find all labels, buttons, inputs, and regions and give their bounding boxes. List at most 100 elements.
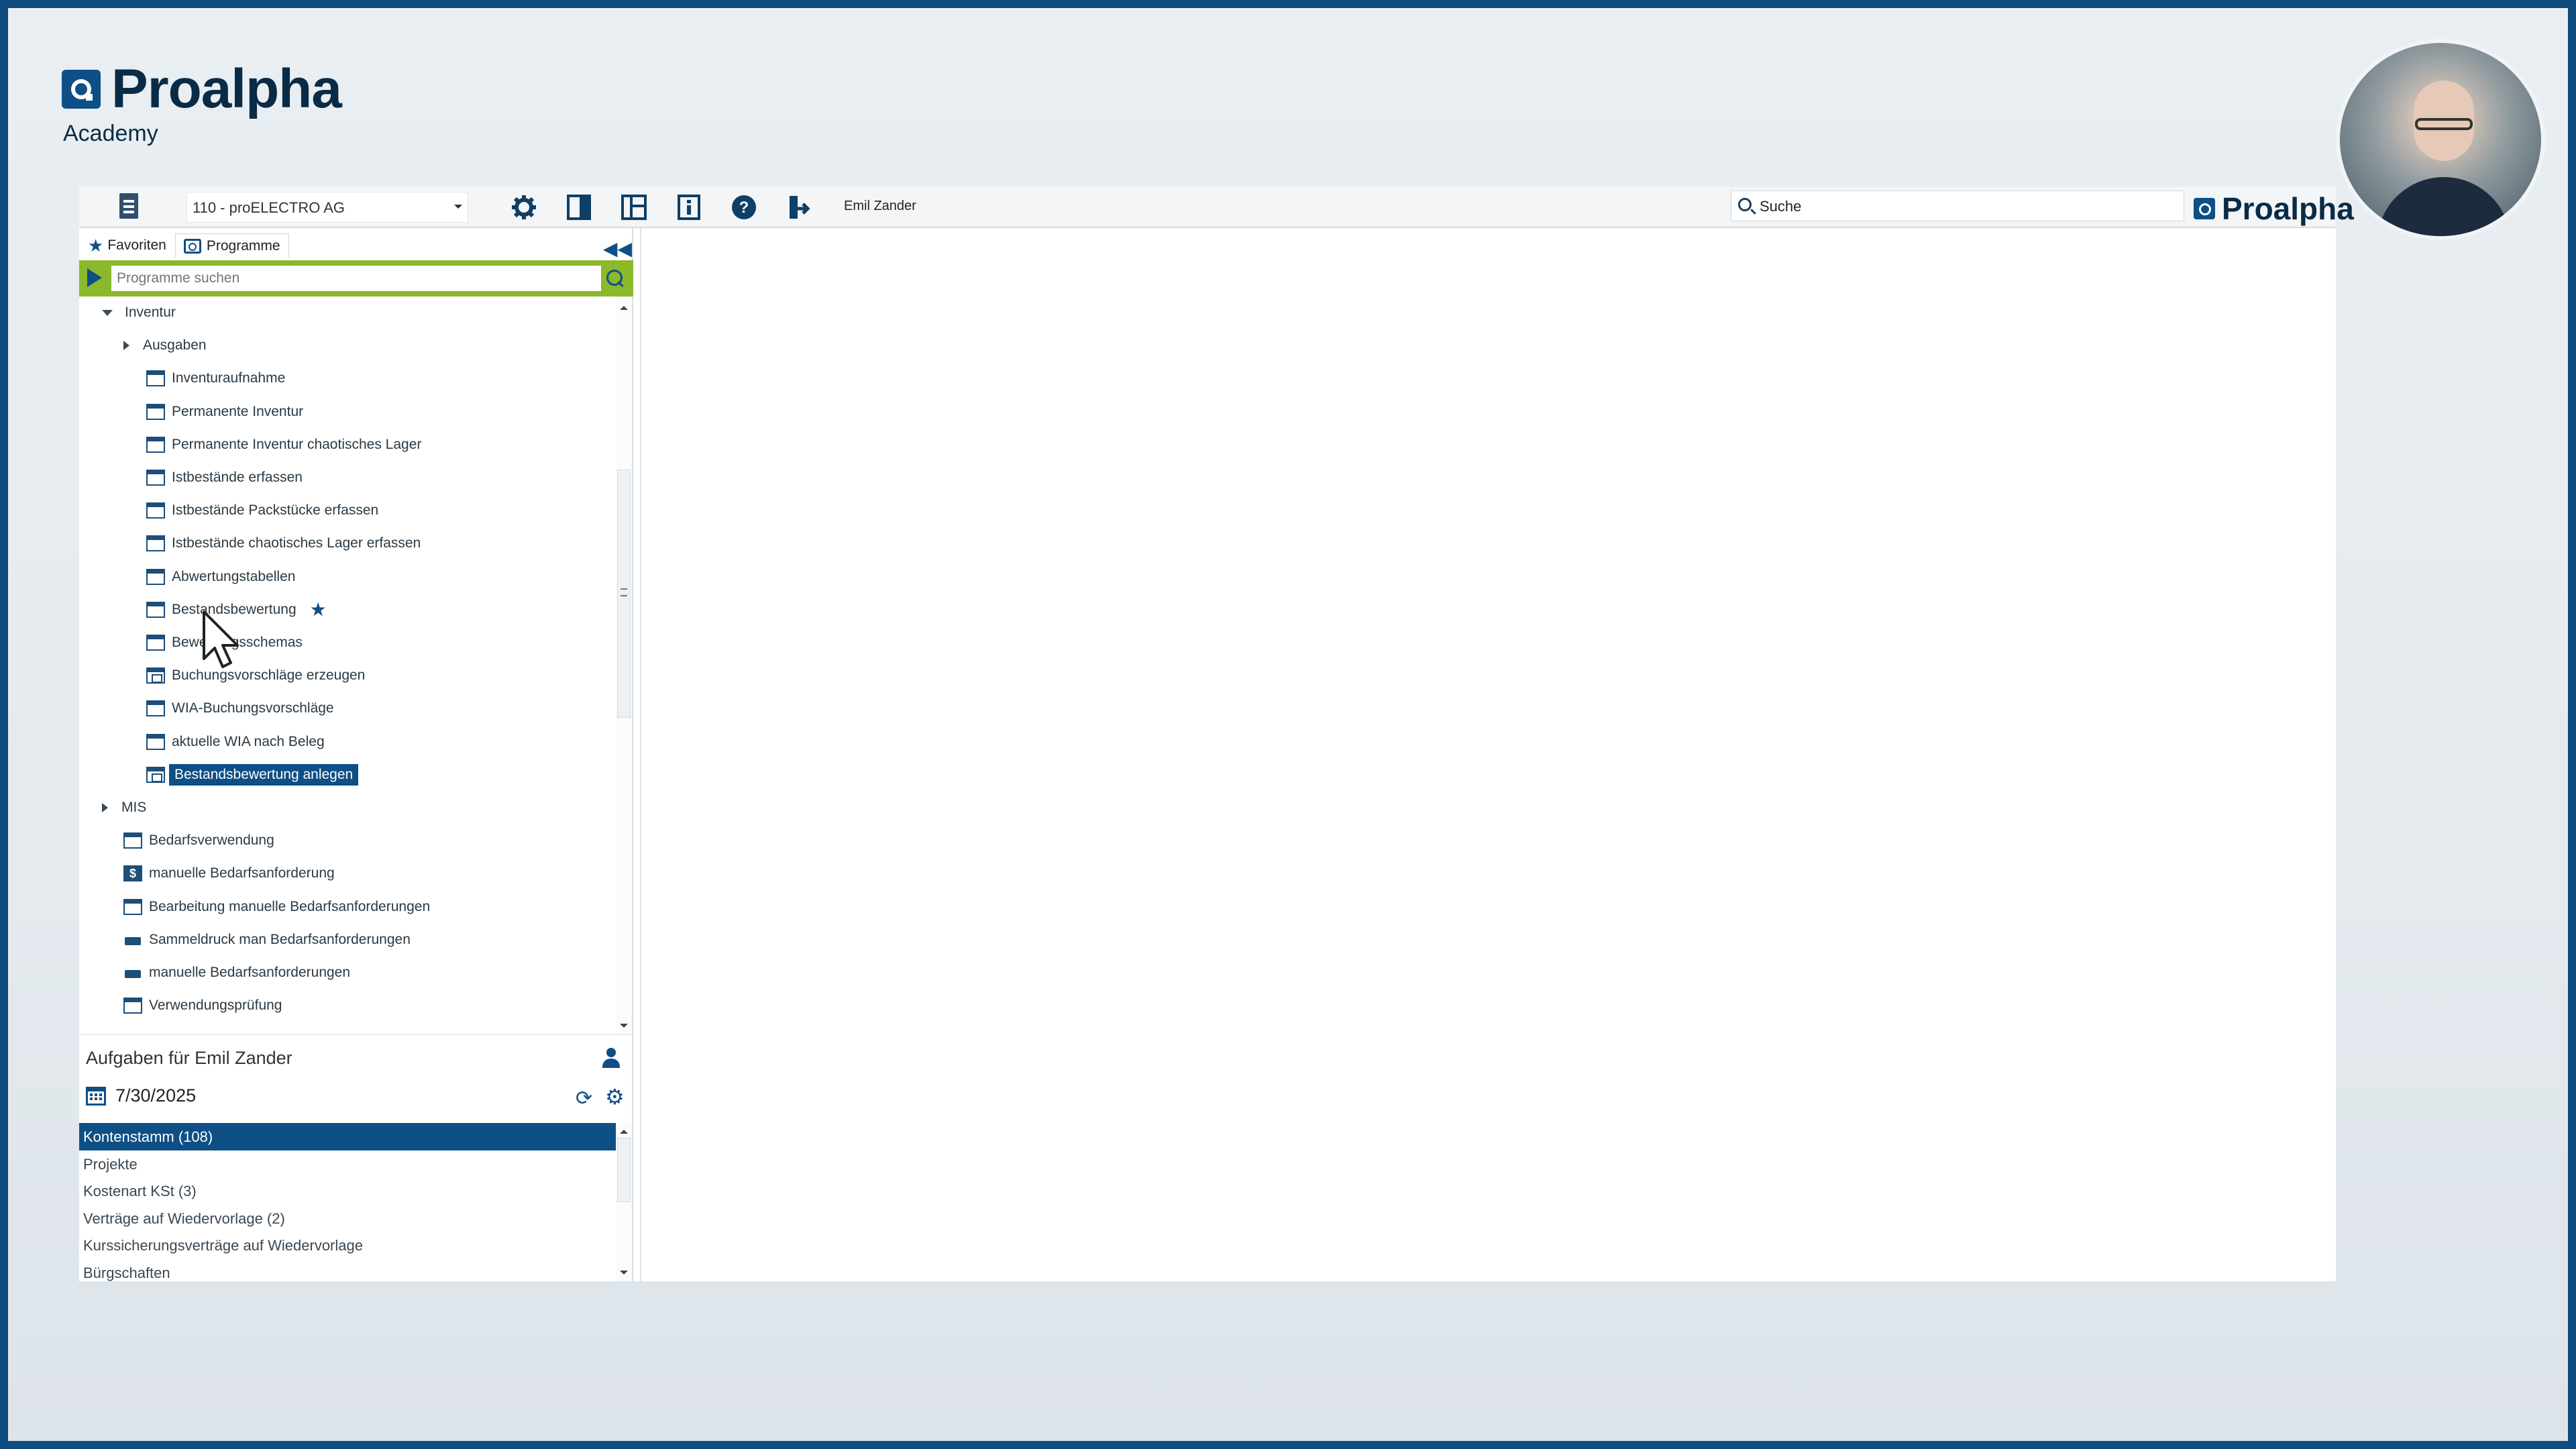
dollar-icon: $ xyxy=(123,865,142,882)
printer-icon xyxy=(123,965,142,982)
task-scrollbar[interactable] xyxy=(616,1123,632,1281)
star-icon: ★ xyxy=(88,235,104,256)
task-list-item[interactable]: Verträge auf Wiedervorlage (2) xyxy=(79,1205,616,1232)
favorite-star-icon[interactable]: ★ xyxy=(310,598,327,621)
tree-item[interactable]: Istbestände erfassen xyxy=(146,464,303,491)
scroll-up-icon[interactable] xyxy=(620,1126,628,1134)
tree-item-label: Istbestände Packstücke erfassen xyxy=(172,502,379,519)
tree-item[interactable]: aktuelle WIA nach Beleg xyxy=(146,729,325,755)
company-select-value: 110 - proELECTRO AG xyxy=(193,199,345,216)
window-icon xyxy=(146,502,165,519)
program-search-input[interactable] xyxy=(111,266,601,291)
tree-item-label: Abwertungstabellen xyxy=(172,568,296,584)
logo-text: Proalpha xyxy=(111,58,342,119)
tree-item[interactable]: Inventuraufnahme xyxy=(146,365,285,392)
refresh-icon[interactable]: ⟳ xyxy=(576,1087,592,1110)
tree-item-label: Inventur xyxy=(125,305,176,320)
tree-item[interactable]: Sammeldruck man Bedarfsanforderungen xyxy=(123,926,411,953)
tree-item-label: Verwendungsprüfung xyxy=(149,998,282,1014)
printer-icon xyxy=(123,932,142,949)
task-list-item[interactable]: Kurssicherungsverträge auf Wiedervorlage xyxy=(79,1232,616,1259)
tree-item-label: WIA-Buchungsvorschläge xyxy=(172,700,334,716)
tasks-date: 7/30/2025 xyxy=(86,1085,196,1106)
scroll-down-icon[interactable] xyxy=(620,1024,628,1032)
tree-item-label: Bestandsbewertung anlegen xyxy=(169,763,359,786)
program-search-bar xyxy=(79,260,633,297)
tree-item[interactable]: Istbestände chaotisches Lager erfassen xyxy=(146,530,421,557)
window-icon xyxy=(146,436,165,453)
scroll-thumb[interactable] xyxy=(617,1138,631,1202)
tree-item[interactable]: Ausgaben xyxy=(123,332,207,359)
task-list-item[interactable]: Kontenstamm (108) xyxy=(79,1123,616,1150)
search-icon[interactable] xyxy=(602,267,627,291)
expanded-arrow-icon xyxy=(102,309,113,316)
person-icon[interactable] xyxy=(601,1048,621,1069)
tree-item[interactable]: WIA-Buchungsvorschläge xyxy=(146,695,334,722)
tab-label: Programme xyxy=(206,237,280,254)
gear-icon[interactable]: ⚙ xyxy=(605,1084,625,1110)
help-icon[interactable]: ? xyxy=(729,192,759,223)
mouse-cursor-icon xyxy=(203,610,239,668)
run-icon[interactable] xyxy=(87,268,102,287)
logout-icon[interactable] xyxy=(784,192,814,223)
tree-item-label: Permanente Inventur xyxy=(172,403,304,419)
toolbar: 110 - proELECTRO AG ? Emil Zander Suche … xyxy=(79,186,2354,228)
tree-item[interactable]: Istbestände Packstücke erfassen xyxy=(146,497,378,524)
company-select[interactable]: 110 - proELECTRO AG xyxy=(186,192,468,223)
tree-item[interactable]: Bearbeitung manuelle Bedarfsanforderunge… xyxy=(123,894,430,920)
task-list-item[interactable]: Projekte xyxy=(79,1150,616,1178)
tree-item-label: Bedarfsverwendung xyxy=(149,833,274,849)
tree-item-label: manuelle Bedarfsanforderung xyxy=(149,865,335,881)
tree-item[interactable]: Bedarfsverwendung xyxy=(123,827,274,854)
search-icon xyxy=(1738,198,1752,211)
tree-item[interactable]: Bestandsbewertung anlegen xyxy=(146,761,359,788)
application-window: 110 - proELECTRO AG ? Emil Zander Suche … xyxy=(79,186,2354,1282)
presenter-webcam xyxy=(2336,39,2545,240)
tree-item[interactable]: Verwendungsprüfung xyxy=(123,992,282,1019)
window-icon xyxy=(146,568,165,585)
window-icon xyxy=(146,535,165,552)
collapse-panel-icon[interactable]: ◀◀ xyxy=(603,237,632,260)
scroll-thumb[interactable] xyxy=(617,470,631,718)
navigator-tabs: ★ Favoriten Programme ◀◀ xyxy=(79,232,633,260)
layout-icon[interactable] xyxy=(619,192,649,223)
tree-item[interactable]: manuelle Bedarfsanforderungen xyxy=(123,959,350,986)
window-icon xyxy=(123,833,142,849)
scroll-up-icon[interactable] xyxy=(620,302,628,310)
calendar-icon[interactable] xyxy=(86,1086,106,1106)
window-process-icon xyxy=(146,766,165,783)
proalpha-logo-icon xyxy=(2194,198,2215,219)
tree-item[interactable]: Permanente Inventur chaotisches Lager xyxy=(146,431,421,458)
task-list-item[interactable]: Bürgschaften xyxy=(79,1259,616,1282)
tree-item[interactable]: Permanente Inventur xyxy=(146,398,303,425)
tree-item-label: Bearbeitung manuelle Bedarfsanforderunge… xyxy=(149,898,431,914)
document-icon[interactable] xyxy=(117,192,144,221)
window-icon xyxy=(146,403,165,420)
tree-item[interactable]: $ manuelle Bedarfsanforderung xyxy=(123,860,335,887)
scroll-down-icon[interactable] xyxy=(620,1271,628,1279)
tree-item-label: Istbestände chaotisches Lager erfassen xyxy=(172,535,421,551)
chevron-down-icon xyxy=(454,205,462,213)
tree-item[interactable]: Abwertungstabellen xyxy=(146,564,295,590)
tree-item-label: Istbestände erfassen xyxy=(172,470,303,485)
global-search-input[interactable]: Suche xyxy=(1731,191,2184,221)
tab-programme[interactable]: Programme xyxy=(174,233,289,258)
split-view-icon[interactable] xyxy=(564,192,594,223)
window-icon xyxy=(146,470,165,486)
tab-favoriten[interactable]: ★ Favoriten xyxy=(79,233,175,258)
window-icon xyxy=(146,700,165,717)
proalpha-logo: Proalpha xyxy=(62,58,342,121)
tree-item[interactable]: MIS xyxy=(102,794,146,821)
proalpha-logo-icon xyxy=(62,70,101,109)
tree-item[interactable]: Buchungsvorschläge erzeugen xyxy=(146,662,365,689)
window-icon xyxy=(123,898,142,915)
task-list-item[interactable]: Kostenart KSt (3) xyxy=(79,1177,616,1205)
current-user-name: Emil Zander xyxy=(844,199,916,213)
tree-item[interactable]: Inventur xyxy=(102,299,176,326)
panel-divider[interactable] xyxy=(79,1034,633,1038)
info-icon[interactable] xyxy=(674,192,704,223)
gear-icon[interactable] xyxy=(508,192,539,223)
window-process-icon xyxy=(146,667,165,684)
tree-scrollbar[interactable] xyxy=(616,298,632,1034)
proalpha-brand: Proalpha xyxy=(2194,191,2354,227)
